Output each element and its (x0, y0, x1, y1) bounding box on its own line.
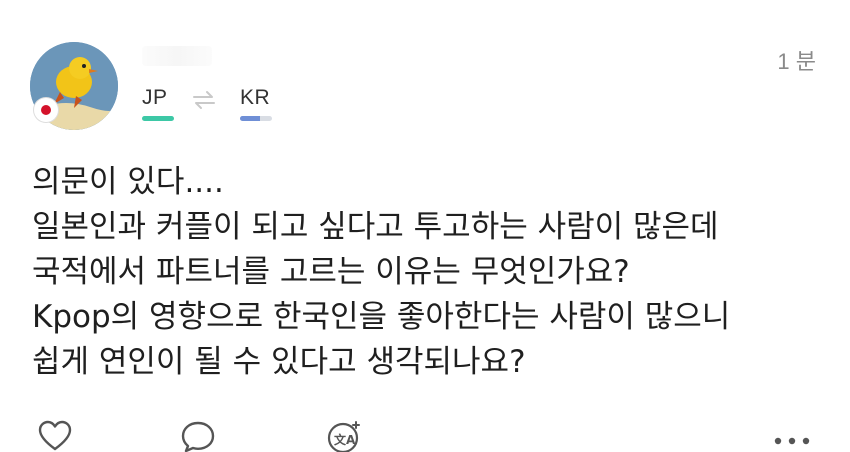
jp-level-bar (142, 116, 174, 121)
username-redacted (142, 46, 212, 66)
comment-bubble-icon[interactable] (180, 420, 216, 452)
swap-arrows-icon (193, 91, 215, 109)
post-line: Kpop의 영향으로 한국인을 좋아한다는 사람이 많으니 (32, 299, 731, 335)
more-dots-icon[interactable] (772, 436, 812, 446)
heart-icon[interactable] (38, 420, 72, 452)
post-timestamp: 1 분 (777, 49, 816, 74)
action-bar: 文A (0, 420, 850, 452)
source-language: JP (142, 86, 168, 109)
translate-icon[interactable]: 文A (327, 420, 363, 452)
post-body: 의문이 있다.... 일본인과 커플이 되고 싶다고 투고하는 사람이 많은데 … (32, 160, 832, 385)
post-line: 의문이 있다.... (32, 164, 224, 200)
post-line: 국적에서 파트너를 고르는 이유는 무엇인가요? (32, 254, 630, 290)
post-line: 일본인과 커플이 되고 싶다고 투고하는 사람이 많은데 (32, 209, 719, 245)
svg-text:文A: 文A (334, 432, 356, 447)
target-language: KR (240, 86, 271, 109)
kr-level-bar (240, 116, 272, 121)
post-line: 쉽게 연인이 될 수 있다고 생각되나요? (32, 344, 526, 380)
japan-flag-icon (34, 98, 58, 122)
